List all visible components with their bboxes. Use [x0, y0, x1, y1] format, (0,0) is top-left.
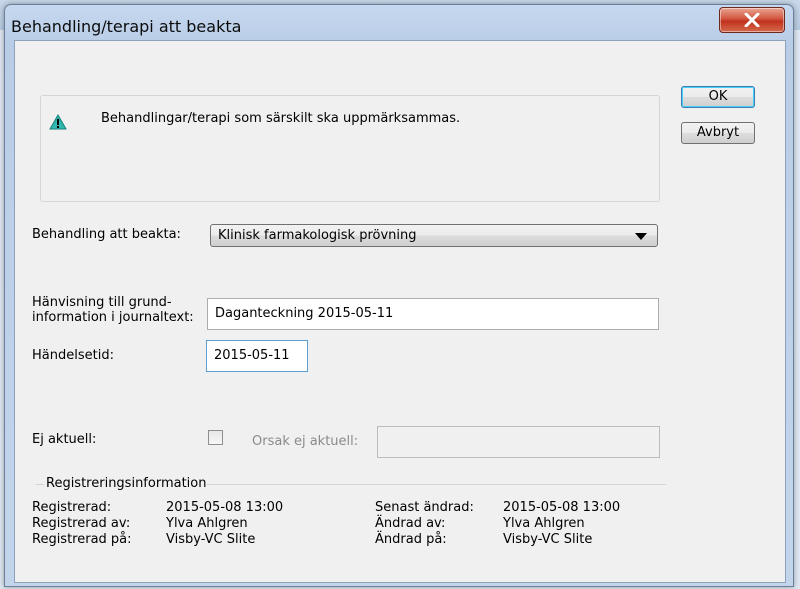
dialog-window: Behandling/terapi att beakta Behandlinga…	[4, 4, 794, 587]
window-title: Behandling/terapi att beakta	[11, 17, 242, 36]
reference-value: Daganteckning 2015-05-11	[215, 306, 394, 321]
registered-by-label: Registrerad av:	[32, 516, 131, 531]
treatment-label: Behandling att beakta:	[32, 227, 181, 242]
changed-by-value: Ylva Ahlgren	[503, 516, 585, 531]
registration-values: 2015-05-08 13:00 Ylva Ahlgren Visby-VC S…	[166, 500, 283, 548]
treatment-value: Klinisk farmakologisk prövning	[218, 228, 417, 243]
not-current-checkbox[interactable]	[208, 430, 223, 445]
changed-at-label: Ändrad på:	[375, 532, 447, 547]
registered-value: 2015-05-08 13:00	[166, 500, 284, 515]
last-changed-label: Senast ändrad:	[375, 500, 474, 515]
close-button[interactable]	[719, 7, 785, 33]
title-bar: Behandling/terapi att beakta	[5, 5, 793, 39]
chevron-down-icon	[635, 233, 647, 240]
reference-input[interactable]: Daganteckning 2015-05-11	[207, 298, 659, 330]
registration-group-label: Registreringsinformation	[46, 476, 207, 491]
close-icon	[744, 13, 760, 27]
reference-label-line2: information i journaltext:	[32, 310, 194, 325]
info-text: Behandlingar/terapi som särskilt ska upp…	[101, 111, 461, 126]
reference-label: Hänvisning till grund- information i jou…	[32, 295, 194, 325]
registered-label: Registrerad:	[32, 500, 112, 515]
warning-icon	[49, 114, 67, 130]
change-labels: Senast ändrad: Ändrad av: Ändrad på:	[375, 500, 474, 548]
registered-at-label: Registrerad på:	[32, 532, 132, 547]
registered-by-value: Ylva Ahlgren	[166, 516, 248, 531]
event-time-value: 2015-05-11	[214, 348, 290, 363]
treatment-dropdown[interactable]: Klinisk farmakologisk prövning	[210, 224, 658, 247]
group-divider-left	[36, 484, 44, 485]
changed-at-value: Visby-VC Slite	[503, 532, 593, 547]
dialog-client-area: Behandlingar/terapi som särskilt ska upp…	[14, 40, 786, 583]
last-changed-value: 2015-05-08 13:00	[503, 500, 621, 515]
group-divider-right	[207, 484, 666, 485]
registration-labels: Registrerad: Registrerad av: Registrerad…	[32, 500, 132, 548]
info-box: Behandlingar/terapi som särskilt ska upp…	[40, 95, 660, 202]
reason-input[interactable]	[377, 426, 660, 458]
event-time-label: Händelsetid:	[32, 348, 114, 363]
changed-by-label: Ändrad av:	[375, 516, 446, 531]
not-current-label: Ej aktuell:	[32, 432, 97, 447]
reason-label: Orsak ej aktuell:	[252, 434, 359, 449]
change-values: 2015-05-08 13:00 Ylva Ahlgren Visby-VC S…	[503, 500, 620, 548]
reference-label-line1: Hänvisning till grund-	[32, 295, 172, 310]
event-time-input[interactable]: 2015-05-11	[206, 340, 308, 372]
registered-at-value: Visby-VC Slite	[166, 532, 256, 547]
ok-button[interactable]: OK	[681, 86, 755, 108]
cancel-button[interactable]: Avbryt	[681, 122, 755, 144]
